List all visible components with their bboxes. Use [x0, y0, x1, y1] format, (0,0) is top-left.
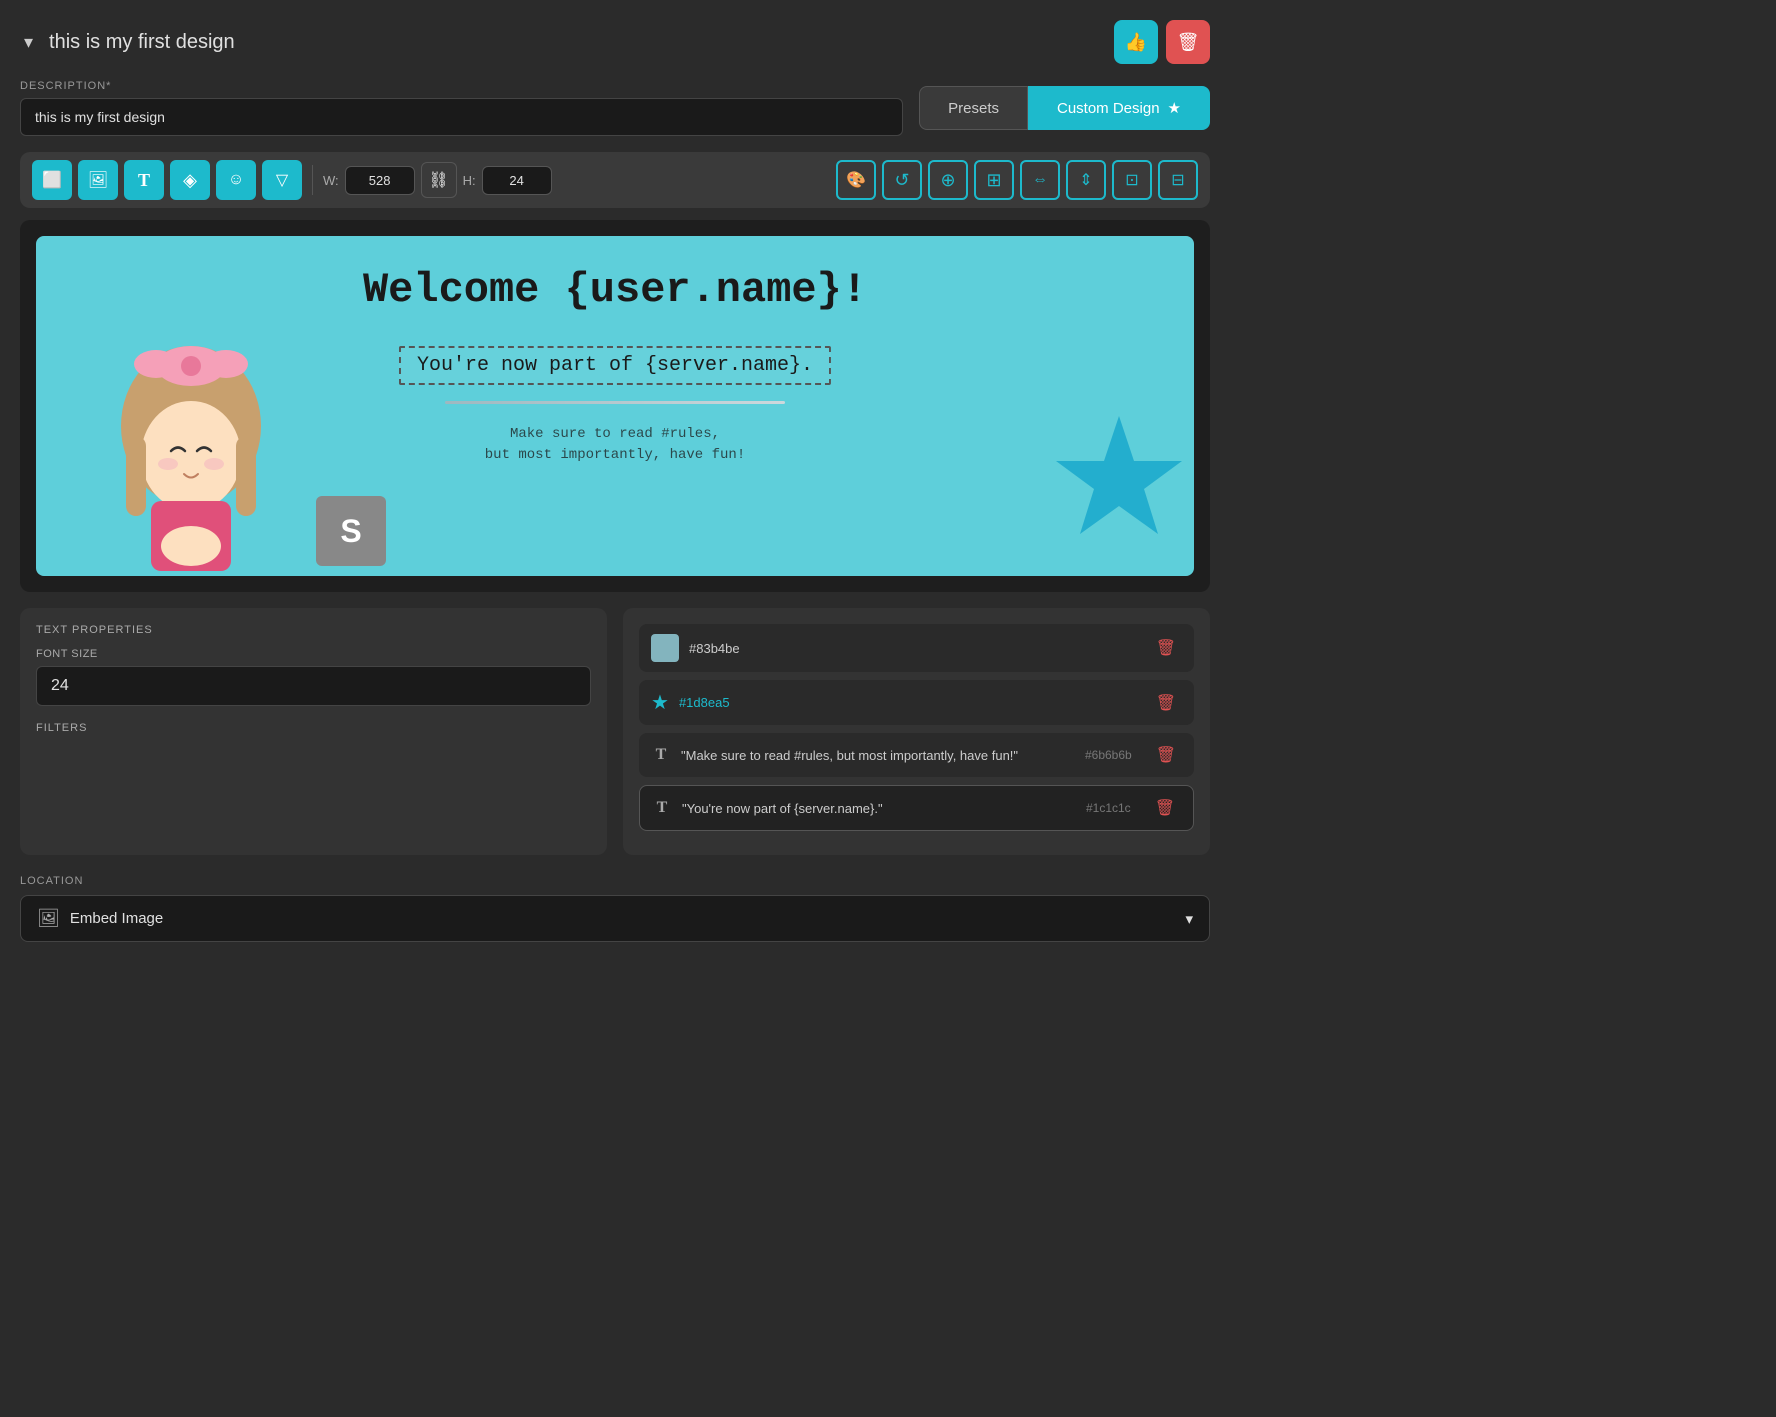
- duplicate-icon: ⊟: [1171, 170, 1184, 190]
- toolbar: ⬜ 🖼 T ◈ ☺ ▽ W: ⛓ H: 🎨 ↺ ⊕ ⊞ ⇔ ⇕: [20, 152, 1210, 208]
- tab-custom-design[interactable]: Custom Design ★: [1028, 86, 1210, 130]
- description-input[interactable]: [20, 98, 903, 136]
- w-label: W:: [323, 173, 339, 188]
- trash-icon: 🗑: [1177, 32, 1200, 53]
- shape-tool-button[interactable]: ◈: [170, 160, 210, 200]
- layer-text: "You're now part of {server.name}.": [682, 801, 1076, 816]
- location-dropdown[interactable]: 🖼 Embed Image ▾: [20, 895, 1210, 942]
- layer-delete-button[interactable]: 🗑: [1150, 691, 1182, 715]
- layer-item[interactable]: T "You're now part of {server.name}." #1…: [639, 785, 1194, 831]
- location-label: LOCATION: [20, 875, 1210, 887]
- layers-panel: #83b4be 🗑 ★ #1d8ea5 🗑 T "Make sure to re…: [623, 608, 1210, 855]
- canvas-wrapper: Welcome {user.name}! You're now part of …: [20, 220, 1210, 592]
- canvas-body-text: Make sure to read #rules, but most impor…: [485, 424, 745, 466]
- flip-v-button[interactable]: ⇕: [1066, 160, 1106, 200]
- filters-label: FILTERS: [36, 722, 591, 734]
- width-input[interactable]: [345, 166, 415, 195]
- align-center-icon: ⊞: [986, 170, 1001, 191]
- layer-text: #1d8ea5: [679, 695, 1140, 710]
- resize-icon: ⊡: [1125, 170, 1138, 190]
- thumbs-up-icon: 👍: [1125, 32, 1147, 53]
- tab-presets[interactable]: Presets: [919, 86, 1028, 130]
- align-center-button[interactable]: ⊞: [974, 160, 1014, 200]
- star-layer-icon: ★: [651, 690, 669, 715]
- resize-button[interactable]: ⊡: [1112, 160, 1152, 200]
- canvas-avatar-circle: S: [316, 496, 386, 566]
- font-size-input[interactable]: [36, 666, 591, 706]
- delete-button[interactable]: 🗑: [1166, 20, 1210, 64]
- rotate-button[interactable]: ↺: [882, 160, 922, 200]
- select-tool-button[interactable]: ⬜: [32, 160, 72, 200]
- canvas-area[interactable]: Welcome {user.name}! You're now part of …: [36, 236, 1194, 576]
- align-tl-button[interactable]: ⊕: [928, 160, 968, 200]
- bottom-panels: TEXT PROPERTIES FONT SIZE FILTERS #83b4b…: [20, 608, 1210, 855]
- location-section: LOCATION 🖼 Embed Image ▾: [20, 875, 1210, 942]
- layer-delete-button[interactable]: 🗑: [1150, 743, 1182, 767]
- filter-icon: ▽: [276, 170, 288, 190]
- tab-section: Presets Custom Design ★: [919, 86, 1210, 130]
- duplicate-button[interactable]: ⊟: [1158, 160, 1198, 200]
- star-icon: ★: [1168, 99, 1181, 117]
- location-dropdown-left: 🖼 Embed Image: [37, 908, 163, 929]
- layer-delete-button[interactable]: 🗑: [1150, 636, 1182, 660]
- text-layer-icon: T: [652, 799, 672, 817]
- layer-delete-button[interactable]: 🗑: [1149, 796, 1181, 820]
- header-actions: 👍 🗑: [1114, 20, 1210, 64]
- canvas-star: [1054, 406, 1184, 566]
- canvas-subtitle-text[interactable]: You're now part of {server.name}.: [399, 346, 831, 385]
- text-properties-panel: TEXT PROPERTIES FONT SIZE FILTERS: [20, 608, 607, 855]
- width-group: W:: [323, 166, 415, 195]
- canvas-welcome-text: Welcome {user.name}!: [36, 266, 1194, 314]
- color-palette-icon: 🎨: [846, 170, 866, 190]
- custom-design-label: Custom Design: [1057, 100, 1160, 117]
- height-group: H:: [463, 166, 552, 195]
- emoji-icon: ☺: [228, 171, 244, 189]
- location-value: Embed Image: [70, 910, 163, 927]
- text-properties-label: TEXT PROPERTIES: [36, 624, 591, 636]
- canvas-divider: [445, 401, 785, 404]
- chevron-down-icon: ▾: [1185, 910, 1193, 928]
- save-button[interactable]: 👍: [1114, 20, 1158, 64]
- text-icon: T: [138, 170, 150, 191]
- image-tool-button[interactable]: 🖼: [78, 160, 118, 200]
- toolbar-separator-1: [312, 165, 313, 195]
- align-tl-icon: ⊕: [940, 170, 955, 191]
- shape-icon: ◈: [183, 170, 197, 191]
- filter-tool-button[interactable]: ▽: [262, 160, 302, 200]
- layer-item[interactable]: ★ #1d8ea5 🗑: [639, 680, 1194, 725]
- rotate-icon: ↺: [894, 170, 909, 191]
- flip-h-icon: ⇔: [1032, 171, 1048, 189]
- text-layer-icon: T: [651, 746, 671, 764]
- header-left: ▾ this is my first design: [20, 28, 235, 57]
- layer-color-box: [651, 634, 679, 662]
- layer-color-code: #1c1c1c: [1086, 801, 1131, 815]
- layer-text: #83b4be: [689, 641, 1140, 656]
- flip-h-button[interactable]: ⇔: [1020, 160, 1060, 200]
- embed-icon: 🖼: [37, 908, 60, 929]
- description-label: DESCRIPTION*: [20, 80, 903, 92]
- design-title: this is my first design: [49, 31, 235, 54]
- flip-v-icon: ⇕: [1079, 170, 1092, 190]
- collapse-button[interactable]: ▾: [20, 28, 37, 57]
- layer-item[interactable]: #83b4be 🗑: [639, 624, 1194, 672]
- layer-color-code: #6b6b6b: [1085, 748, 1132, 762]
- link-icon: ⛓: [429, 170, 449, 190]
- layer-item[interactable]: T "Make sure to read #rules, but most im…: [639, 733, 1194, 777]
- canvas-avatar: [96, 346, 286, 576]
- link-dimensions-button[interactable]: ⛓: [421, 162, 457, 198]
- layer-text: "Make sure to read #rules, but most impo…: [681, 748, 1075, 763]
- h-label: H:: [463, 173, 476, 188]
- height-input[interactable]: [482, 166, 552, 195]
- description-section: DESCRIPTION*: [20, 80, 903, 136]
- text-tool-button[interactable]: T: [124, 160, 164, 200]
- image-icon: 🖼: [88, 170, 108, 190]
- font-size-label: FONT SIZE: [36, 648, 591, 660]
- color-picker-button[interactable]: 🎨: [836, 160, 876, 200]
- header-row: ▾ this is my first design 👍 🗑: [20, 20, 1210, 64]
- desc-row: DESCRIPTION* Presets Custom Design ★: [20, 80, 1210, 136]
- emoji-tool-button[interactable]: ☺: [216, 160, 256, 200]
- select-icon: ⬜: [42, 170, 62, 190]
